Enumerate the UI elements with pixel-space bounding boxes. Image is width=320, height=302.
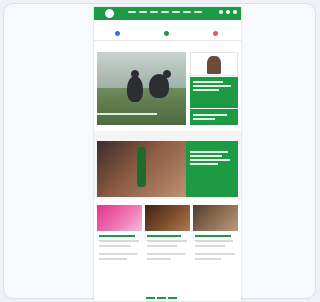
article-image (97, 205, 142, 231)
text-line (193, 85, 231, 87)
shortcut-2[interactable] (164, 30, 171, 36)
nav-item-4[interactable] (161, 11, 169, 13)
bird-head (131, 70, 139, 78)
nav-item-5[interactable] (172, 11, 180, 13)
text-line (190, 159, 230, 161)
text-line (147, 245, 177, 247)
pager-dot[interactable] (157, 297, 166, 299)
article-card[interactable] (97, 205, 142, 301)
article-title-line (99, 235, 135, 237)
article-card[interactable] (193, 205, 238, 301)
portrait-card[interactable] (190, 52, 238, 76)
pager-dot[interactable] (168, 297, 177, 299)
text-line (147, 258, 171, 260)
main-nav (128, 11, 202, 13)
feature-image-bottle[interactable] (97, 141, 186, 197)
pager-dot[interactable] (146, 297, 155, 299)
shortcut-2-icon (164, 30, 169, 36)
bird-head (163, 70, 171, 78)
article-image (193, 205, 238, 231)
green-teaser-box-2[interactable] (190, 109, 238, 125)
green-teaser-box[interactable] (190, 77, 238, 108)
search-icon[interactable] (219, 10, 223, 14)
pagination (146, 297, 177, 299)
article-image (145, 205, 190, 231)
text-line (193, 118, 215, 120)
nav-item-2[interactable] (139, 11, 147, 13)
menu-icon[interactable] (233, 10, 237, 14)
shortcut-3[interactable] (213, 30, 220, 36)
text-line (195, 240, 233, 242)
shortcut-1-icon (115, 30, 120, 36)
article-title-line (195, 235, 231, 237)
web-page-thumbnail[interactable] (94, 7, 241, 301)
top-navigation-bar (94, 7, 241, 20)
text-line (190, 155, 222, 157)
hero-caption-line (97, 113, 157, 115)
text-line (99, 240, 139, 242)
text-line (193, 81, 223, 83)
shortcut-links (94, 26, 241, 41)
article-card[interactable] (145, 205, 190, 301)
logo-icon[interactable] (105, 9, 114, 18)
text-line (195, 253, 235, 255)
nav-item-6[interactable] (183, 11, 191, 13)
header-icons (219, 10, 237, 14)
text-line (147, 253, 185, 255)
side-teaser-column (190, 52, 238, 125)
text-line (193, 114, 227, 116)
portrait-image (207, 56, 221, 74)
text-line (99, 258, 127, 260)
text-line (193, 89, 219, 91)
shortcut-1[interactable] (115, 30, 122, 36)
article-card-grid (97, 205, 238, 301)
text-line (195, 258, 221, 260)
article-title-line (147, 235, 181, 237)
bottle-shape (137, 147, 146, 187)
nav-item-7[interactable] (194, 11, 202, 13)
bird-shape (127, 76, 143, 102)
shortcut-3-icon (213, 30, 218, 36)
text-line (190, 151, 228, 153)
text-line (99, 253, 137, 255)
user-icon[interactable] (226, 10, 230, 14)
feature-text-box[interactable] (186, 141, 238, 197)
nav-item-1[interactable] (128, 11, 136, 13)
text-line (190, 163, 218, 165)
text-line (147, 240, 187, 242)
text-line (195, 245, 225, 247)
nav-item-3[interactable] (150, 11, 158, 13)
text-line (99, 245, 131, 247)
